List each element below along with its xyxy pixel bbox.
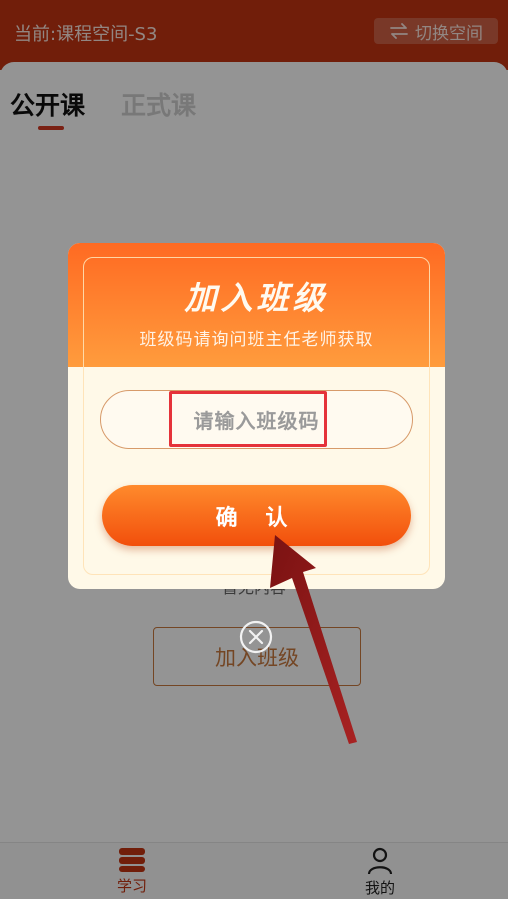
dialog-title: 加入班级: [184, 279, 329, 317]
join-class-dialog: 加入班级 班级码请询问班主任老师获取 请输入班级码 确 认: [68, 243, 445, 589]
dialog-subtitle: 班级码请询问班主任老师获取: [139, 330, 374, 350]
close-icon[interactable]: [239, 620, 273, 654]
confirm-button[interactable]: 确 认: [102, 485, 411, 546]
highlight-annotation-box: [169, 391, 327, 447]
